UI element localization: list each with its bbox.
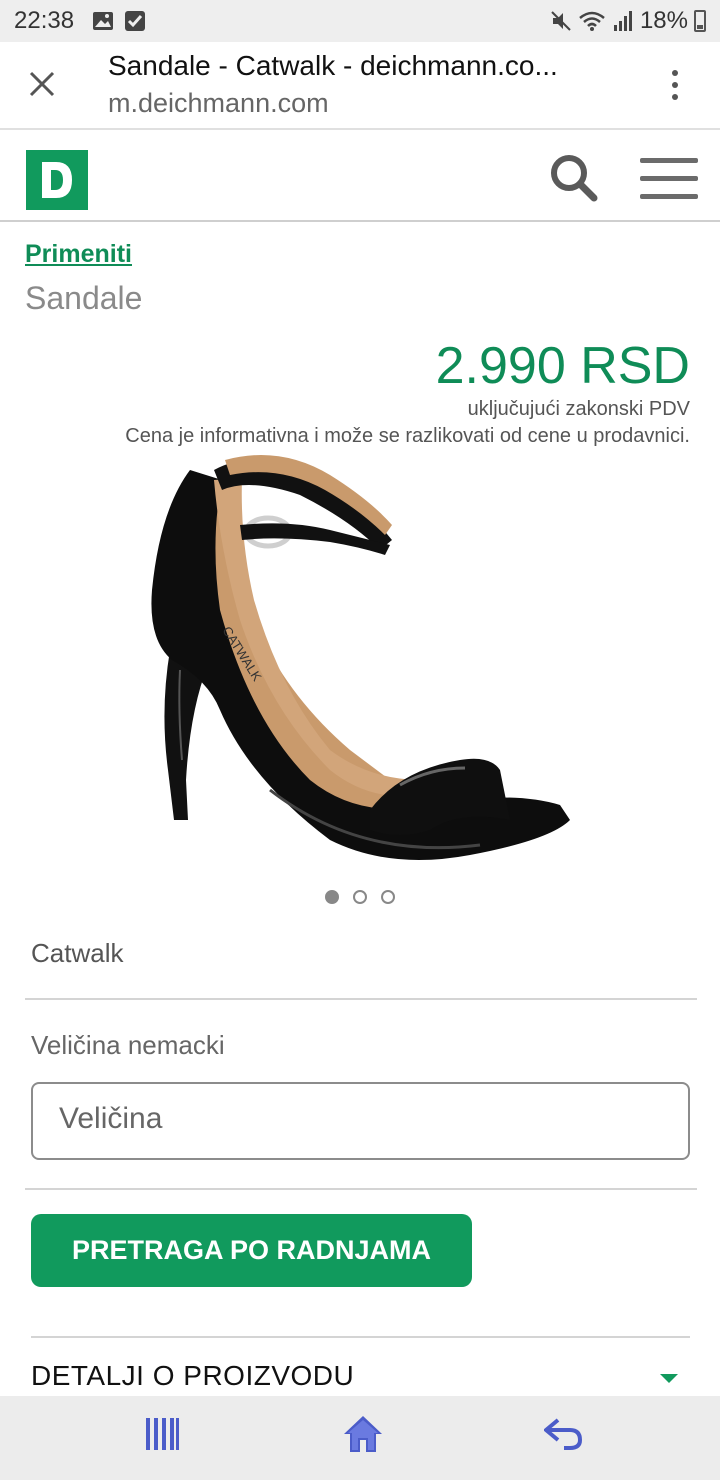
battery-icon bbox=[694, 10, 706, 32]
overflow-menu-icon[interactable] bbox=[660, 66, 690, 106]
wifi-icon bbox=[579, 11, 605, 31]
checkbox-icon bbox=[125, 11, 145, 31]
carousel-dot-1[interactable] bbox=[325, 890, 339, 904]
brand-name[interactable]: Catwalk bbox=[31, 938, 123, 969]
recent-apps-icon[interactable] bbox=[144, 1416, 180, 1452]
close-icon[interactable] bbox=[18, 60, 66, 108]
price-disclaimer: Cena je informativna i može se razlikova… bbox=[125, 425, 690, 447]
page-url[interactable]: m.deichmann.com bbox=[108, 88, 329, 119]
mute-icon bbox=[551, 11, 571, 31]
divider bbox=[31, 1336, 690, 1338]
store-search-button[interactable]: PRETRAGA PO RADNJAMA bbox=[31, 1214, 472, 1287]
size-label: Veličina nemacki bbox=[31, 1030, 225, 1060]
product-price: 2.990 RSD bbox=[435, 337, 690, 395]
carousel-dot-2[interactable] bbox=[353, 890, 367, 904]
product-details-toggle[interactable]: DETALJI O PROIZVODU bbox=[31, 1360, 354, 1392]
home-icon[interactable] bbox=[342, 1414, 384, 1454]
size-select[interactable]: Veličina bbox=[31, 1082, 690, 1160]
size-select-placeholder: Veličina bbox=[59, 1102, 163, 1135]
divider bbox=[25, 998, 697, 1000]
signal-icon bbox=[613, 11, 632, 31]
back-icon[interactable] bbox=[544, 1416, 584, 1452]
deichmann-logo[interactable] bbox=[26, 150, 88, 210]
carousel-dot-3[interactable] bbox=[381, 890, 395, 904]
browser-toolbar: Sandale - Catwalk - deichmann.co... m.de… bbox=[0, 42, 720, 130]
breadcrumb-link[interactable]: Primeniti bbox=[25, 240, 132, 269]
status-time: 22:38 bbox=[14, 7, 75, 34]
site-header bbox=[0, 130, 720, 222]
chevron-down-icon[interactable] bbox=[660, 1374, 678, 1383]
image-carousel-dots bbox=[325, 890, 395, 904]
vat-note: uključujući zakonski PDV bbox=[467, 398, 690, 420]
battery-percent: 18% bbox=[639, 7, 688, 34]
status-bar: 22:38 18% bbox=[0, 0, 720, 42]
status-right: 18% bbox=[550, 7, 706, 35]
product-type: Sandale bbox=[25, 280, 143, 316]
divider bbox=[25, 1188, 697, 1190]
hamburger-menu-icon[interactable] bbox=[640, 158, 698, 200]
page-title: Sandale - Catwalk - deichmann.co... bbox=[108, 50, 558, 81]
product-image[interactable]: CATWALK bbox=[130, 450, 590, 880]
system-navigation-bar bbox=[0, 1396, 720, 1480]
gallery-icon bbox=[93, 12, 113, 30]
search-icon[interactable] bbox=[548, 152, 600, 204]
